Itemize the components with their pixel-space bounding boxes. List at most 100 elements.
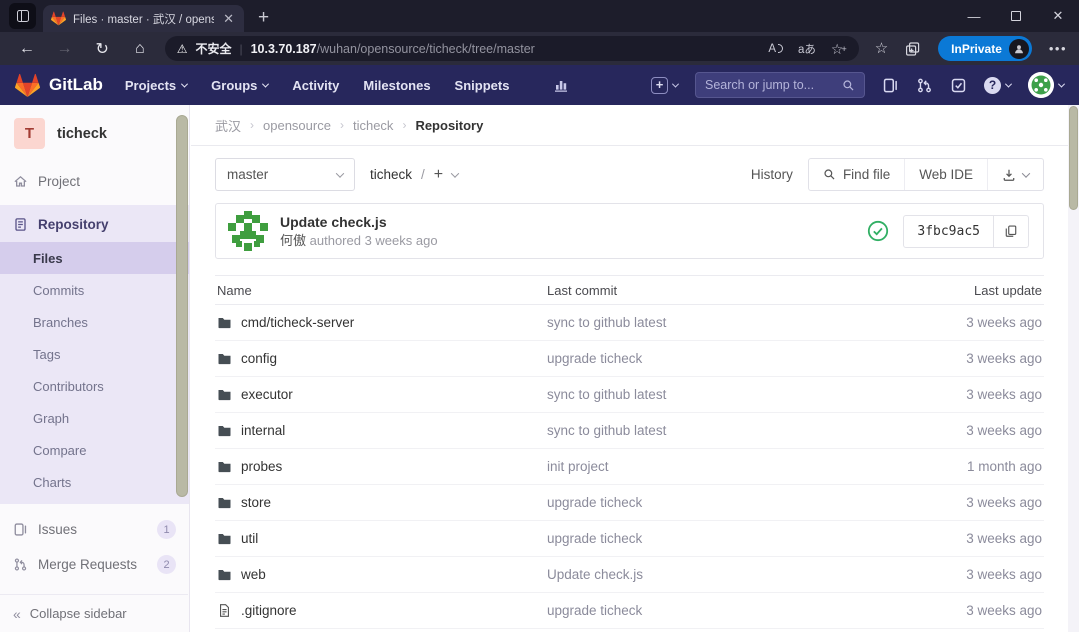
merge-requests-dashboard-button[interactable]	[916, 77, 933, 94]
help-menu-button[interactable]: ?	[984, 77, 1011, 94]
close-button[interactable]: ✕	[1037, 0, 1079, 32]
favorites-bar-button[interactable]: ☆	[875, 41, 888, 56]
instance-stats-icon[interactable]	[553, 77, 569, 93]
page-scrollbar[interactable]	[1068, 105, 1079, 632]
file-name-link[interactable]: cmd/ticheck-server	[241, 315, 354, 330]
help-icon: ?	[984, 77, 1001, 94]
back-button[interactable]: ←	[8, 40, 46, 58]
breadcrumb-project[interactable]: ticheck	[353, 118, 393, 133]
file-name-link[interactable]: internal	[241, 423, 285, 438]
sidebar-item-issues[interactable]: Issues 1	[0, 512, 189, 547]
nav-item-activity[interactable]: Activity	[292, 78, 339, 93]
table-row[interactable]: executor sync to github latest 3 weeks a…	[215, 377, 1044, 413]
table-row[interactable]: probes init project 1 month ago	[215, 449, 1044, 485]
url-path: /wuhan/opensource/ticheck/tree/master	[317, 42, 535, 56]
merge-request-icon	[13, 557, 28, 572]
copy-commit-sha-button[interactable]	[993, 216, 1028, 247]
find-file-button[interactable]: Find file	[809, 159, 904, 190]
last-update-time: 3 weeks ago	[828, 531, 1043, 546]
table-header: Name Last commit Last update	[215, 276, 1044, 305]
inprivate-badge[interactable]: InPrivate	[938, 36, 1032, 61]
collections-button[interactable]	[905, 41, 921, 57]
table-row[interactable]: util upgrade ticheck 3 weeks ago	[215, 521, 1044, 557]
sidebar-item-merge-requests[interactable]: Merge Requests 2	[0, 547, 189, 582]
home-button[interactable]: ⌂	[121, 40, 159, 58]
read-aloud-icon[interactable]: A	[768, 43, 783, 55]
tab-close-icon[interactable]: ✕	[221, 12, 236, 25]
nav-item-snippets[interactable]: Snippets	[455, 78, 510, 93]
table-row[interactable]: .gitignore upgrade ticheck 3 weeks ago	[215, 593, 1044, 629]
issues-dashboard-button[interactable]	[882, 77, 899, 94]
file-name-link[interactable]: store	[241, 495, 271, 510]
gitlab-home-link[interactable]: GitLab	[15, 73, 103, 98]
sidebar-item-graph[interactable]: Graph	[0, 402, 189, 434]
web-ide-button[interactable]: Web IDE	[904, 159, 987, 190]
forward-button[interactable]: →	[46, 40, 84, 58]
file-name-link[interactable]: probes	[241, 459, 282, 474]
sidebar-item-compare[interactable]: Compare	[0, 434, 189, 466]
commit-title-link[interactable]: Update check.js	[280, 213, 438, 232]
table-row[interactable]: config upgrade ticheck 3 weeks ago	[215, 341, 1044, 377]
sidebar-item-files[interactable]: Files	[0, 242, 189, 274]
breadcrumb-group[interactable]: 武汉	[215, 116, 241, 135]
commit-message-link[interactable]: init project	[547, 459, 828, 474]
file-name-link[interactable]: config	[241, 351, 277, 366]
new-tab-button[interactable]: +	[258, 8, 269, 27]
breadcrumb-current: Repository	[415, 118, 483, 133]
commit-message-link[interactable]: upgrade ticheck	[547, 351, 828, 366]
commit-message-link[interactable]: upgrade ticheck	[547, 531, 828, 546]
commit-message-link[interactable]: Update check.js	[547, 567, 828, 582]
sidebar-item-branches[interactable]: Branches	[0, 306, 189, 338]
project-name: ticheck	[57, 126, 107, 142]
commit-message-link[interactable]: sync to github latest	[547, 387, 828, 402]
add-favorite-icon[interactable]: ☆+	[831, 42, 847, 56]
commit-author-link[interactable]: 何傲	[280, 233, 306, 248]
download-source-button[interactable]	[987, 159, 1043, 190]
translate-icon[interactable]: aあ	[798, 41, 816, 57]
sidebar-item-charts[interactable]: Charts	[0, 466, 189, 498]
browser-menu-button[interactable]: •••	[1049, 41, 1067, 56]
refresh-button[interactable]: ↻	[83, 39, 121, 59]
table-row[interactable]: web Update check.js 3 weeks ago	[215, 557, 1044, 593]
history-button[interactable]: History	[751, 167, 793, 182]
nav-item-milestones[interactable]: Milestones	[363, 78, 430, 93]
breadcrumb-subgroup[interactable]: opensource	[263, 118, 331, 133]
new-menu-button[interactable]: +	[651, 77, 678, 94]
sidebar-scrollbar[interactable]	[176, 115, 188, 497]
nav-item-groups[interactable]: Groups	[211, 78, 268, 93]
branch-selector[interactable]: master	[215, 158, 355, 191]
folder-icon	[217, 531, 232, 546]
file-name-link[interactable]: util	[241, 531, 258, 546]
address-bar[interactable]: ⚠ 不安全 | 10.3.70.187/wuhan/opensource/tic…	[165, 36, 859, 61]
repo-root-link[interactable]: ticheck	[370, 167, 412, 182]
sidebar-item-project[interactable]: Project	[0, 164, 189, 199]
sidebar-item-commits[interactable]: Commits	[0, 274, 189, 306]
commit-message-link[interactable]: sync to github latest	[547, 315, 828, 330]
page-scrollbar-thumb[interactable]	[1069, 106, 1078, 210]
commit-message-link[interactable]: upgrade ticheck	[547, 603, 828, 618]
table-row[interactable]: store upgrade ticheck 3 weeks ago	[215, 485, 1044, 521]
nav-item-projects[interactable]: Projects	[125, 78, 187, 93]
sidebar-item-tags[interactable]: Tags	[0, 338, 189, 370]
table-row[interactable]: internal sync to github latest 3 weeks a…	[215, 413, 1044, 449]
file-name-link[interactable]: web	[241, 567, 266, 582]
browser-tab[interactable]: Files · master · 武汉 / opensourc ✕	[43, 5, 244, 32]
commit-message-link[interactable]: upgrade ticheck	[547, 495, 828, 510]
sidebar-item-contributors[interactable]: Contributors	[0, 370, 189, 402]
todos-button[interactable]	[950, 77, 967, 94]
project-context-header[interactable]: T ticheck	[0, 105, 189, 164]
collapse-sidebar-button[interactable]: « Collapse sidebar	[0, 594, 188, 632]
add-file-button[interactable]: +	[434, 167, 443, 183]
user-menu-button[interactable]	[1028, 72, 1064, 98]
pipeline-status-icon[interactable]	[867, 220, 889, 242]
table-row[interactable]: cmd/ticheck-server sync to github latest…	[215, 305, 1044, 341]
tab-actions-button[interactable]	[9, 3, 36, 29]
maximize-button[interactable]	[995, 0, 1037, 32]
sidebar-item-repository[interactable]: Repository	[0, 207, 189, 242]
commit-message-link[interactable]: sync to github latest	[547, 423, 828, 438]
home-icon	[13, 174, 28, 189]
file-name-link[interactable]: .gitignore	[241, 603, 297, 618]
minimize-button[interactable]: —	[953, 0, 995, 32]
search-input[interactable]	[705, 78, 836, 92]
file-name-link[interactable]: executor	[241, 387, 293, 402]
